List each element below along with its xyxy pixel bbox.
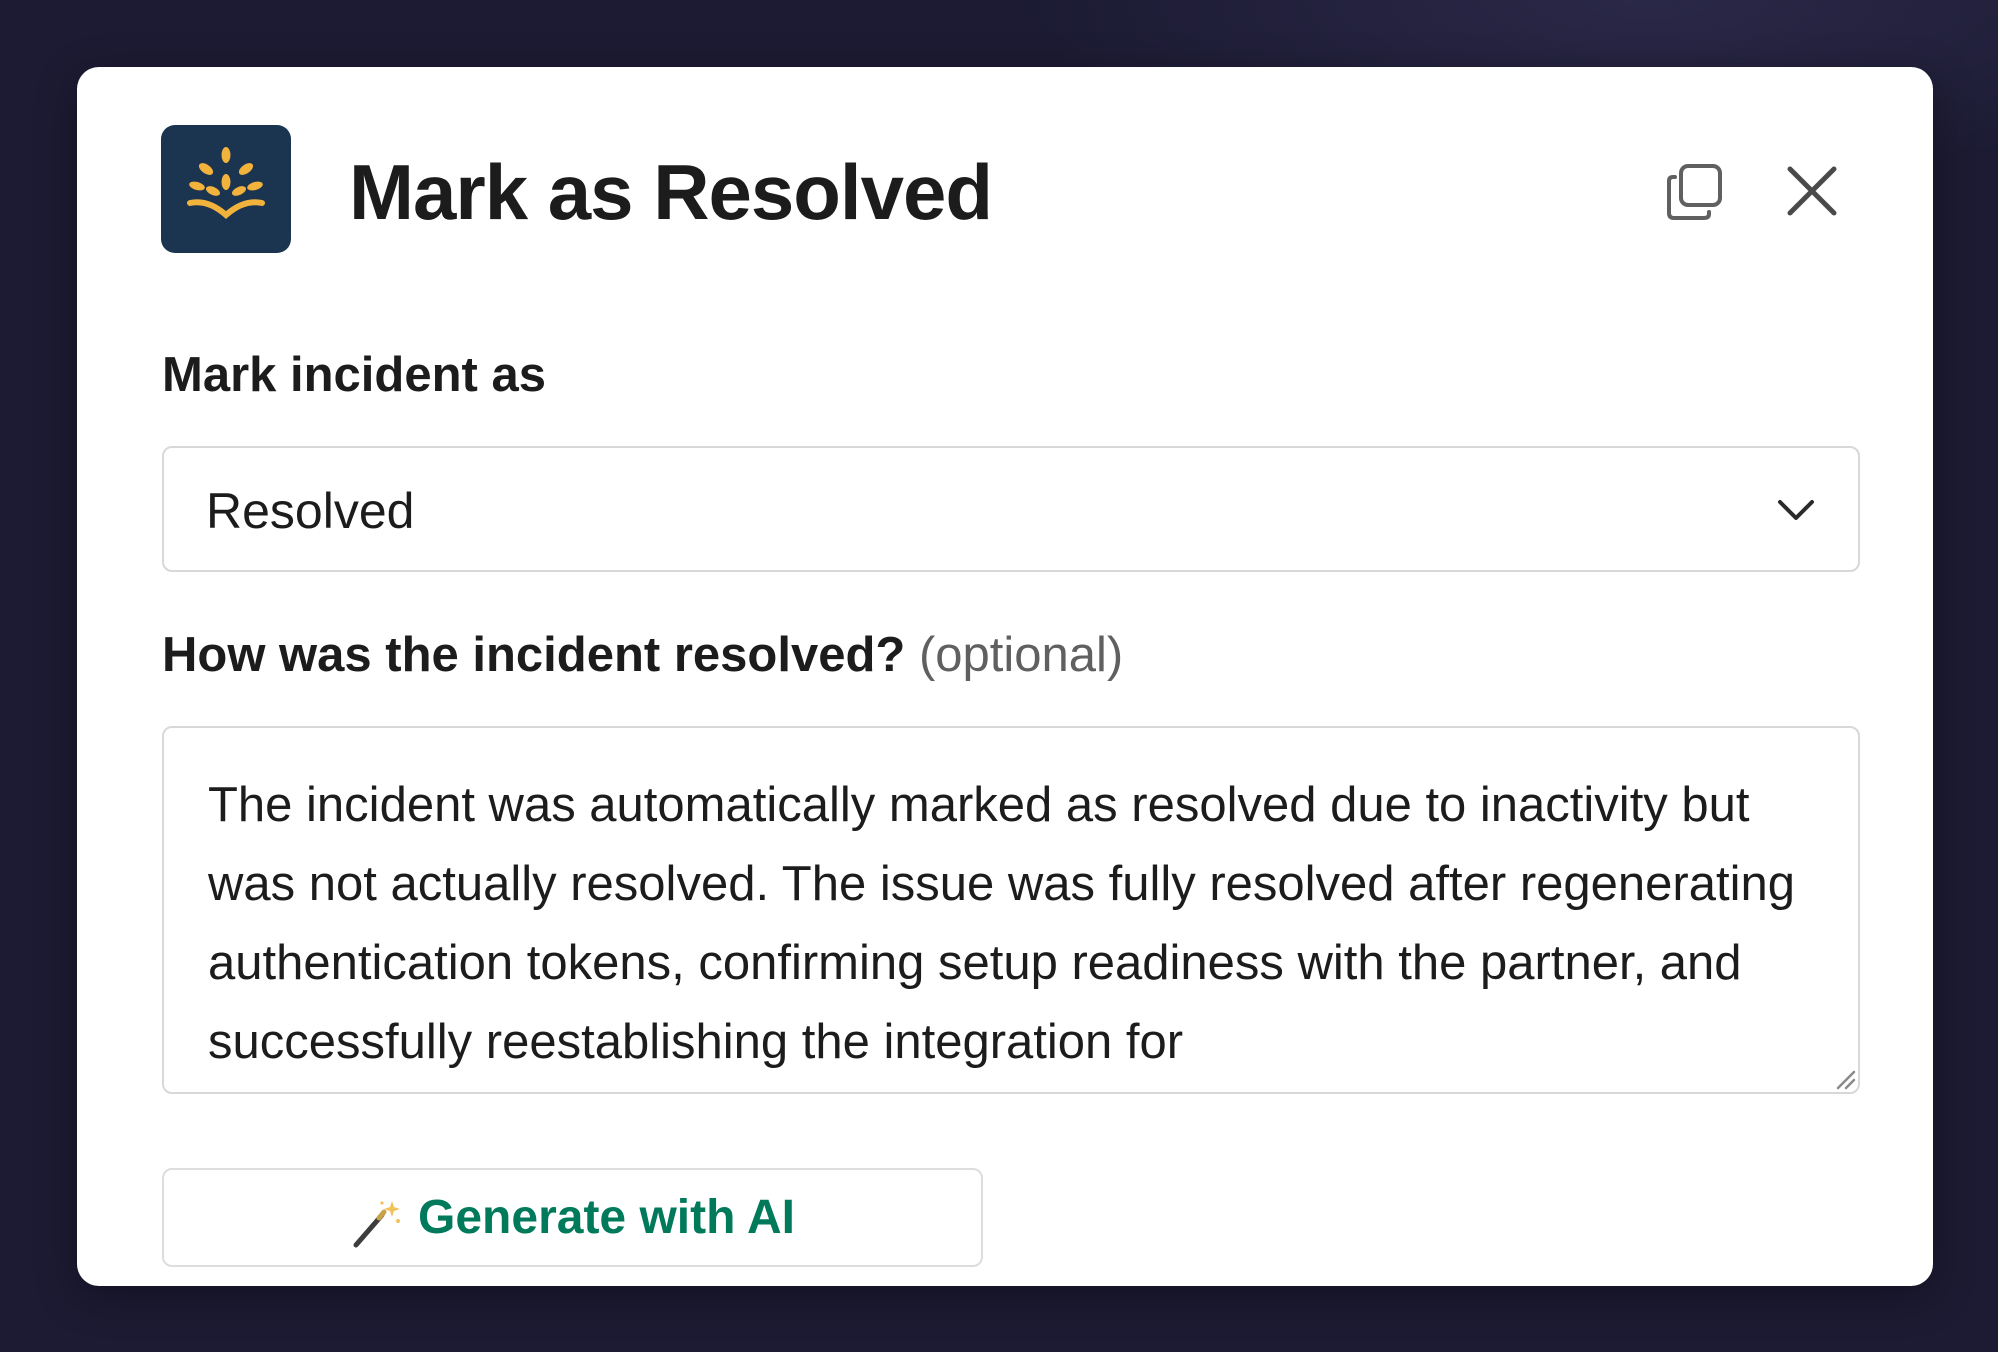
copy-icon [1667, 164, 1722, 220]
generate-with-ai-label: Generate with AI [418, 1191, 795, 1244]
resolution-field-label: How was the incident resolved? (optional… [162, 627, 1123, 683]
resolution-textarea-value: The incident was automatically marked as… [208, 778, 1809, 1069]
status-select[interactable]: Resolved [162, 446, 1860, 572]
app-logo [161, 125, 291, 253]
resolve-modal: Mark as Resolved Mark incident as Resolv… [77, 67, 1933, 1286]
close-icon [1787, 166, 1837, 216]
close-button[interactable] [1772, 151, 1852, 231]
sprout-book-logo-icon [187, 147, 265, 220]
resolution-label-text: How was the incident resolved? [162, 628, 906, 682]
generate-with-ai-button[interactable]: Generate with AI [162, 1168, 983, 1267]
magic-wand-icon [353, 1200, 401, 1247]
copy-button[interactable] [1655, 152, 1735, 232]
chevron-down-icon [1778, 500, 1814, 520]
status-field-label: Mark incident as [162, 348, 546, 402]
status-select-value: Resolved [206, 483, 415, 539]
optional-hint: (optional) [918, 628, 1124, 682]
modal-title: Mark as Resolved [349, 148, 993, 236]
resolution-textarea[interactable]: The incident was automatically marked as… [162, 726, 1860, 1094]
resize-handle-icon[interactable] [1830, 1064, 1856, 1090]
